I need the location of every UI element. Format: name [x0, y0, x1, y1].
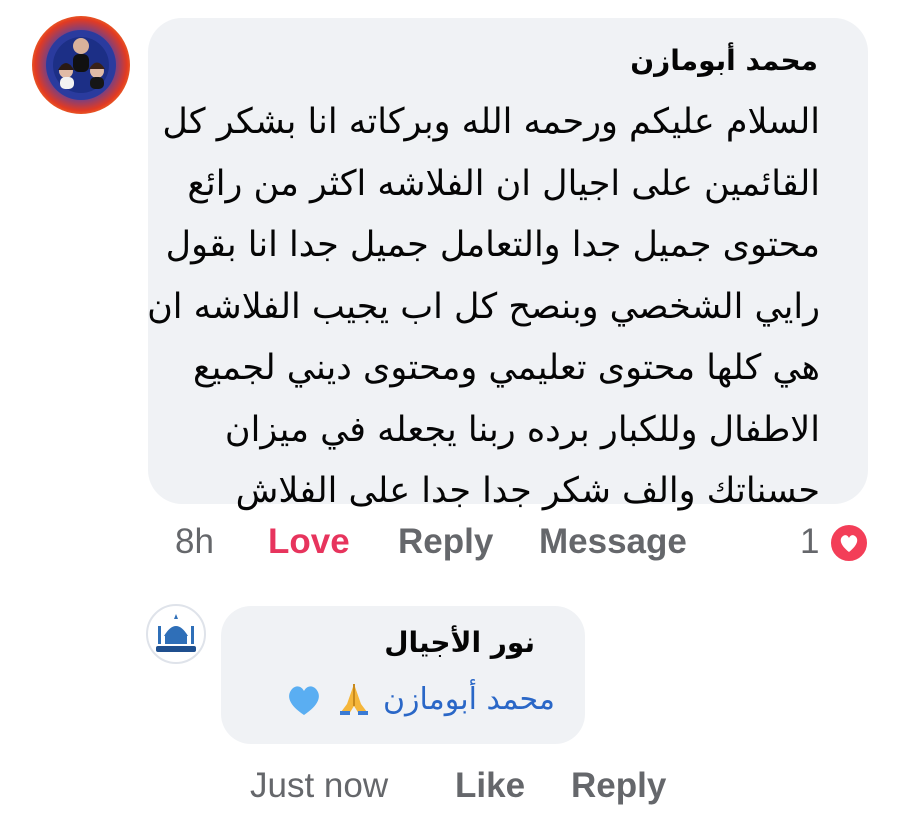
comment-text-line: محتوى جميل جدا والتعامل جميل جدا انا بقو… [165, 225, 820, 265]
folded-hands-icon [340, 684, 369, 715]
comment-text-line: حسناتك والف شكر جدا جدا على الفلاش [235, 471, 820, 511]
comment-text-line: الاطفال وللكبار برده ربنا يجعله في ميزان [224, 409, 820, 450]
blue-heart-icon [289, 686, 319, 715]
comment-text-line: القائمين على اجيال ان الفلاشه اكثر من را… [187, 163, 820, 204]
page-avatar[interactable] [146, 604, 206, 664]
reply-to-reply-button[interactable]: Reply [571, 766, 666, 806]
reply-button[interactable]: Reply [398, 522, 493, 562]
comment-author-name[interactable]: محمد أبومازن [630, 44, 818, 77]
comment-text: السلام عليكم ورحمه الله وبركاته انا بشكر… [147, 92, 820, 523]
profile-photo-icon [46, 30, 116, 100]
reply-author-name[interactable]: نور الأجيال [384, 626, 535, 659]
comment-bubble: محمد أبومازن السلام عليكم ورحمه الله وبر… [147, 18, 868, 511]
like-button[interactable]: Like [455, 766, 525, 806]
comment-actions-bar: 8h Love Reply Message [0, 522, 900, 566]
message-button[interactable]: Message [539, 522, 687, 562]
reply-bubble: نور الأجيال محمد أبومازن [221, 606, 585, 744]
commenter-avatar[interactable] [32, 16, 130, 114]
comment-timestamp[interactable]: 8h [175, 522, 214, 562]
reply-text: محمد أبومازن [283, 678, 555, 720]
mosque-logo-icon [156, 614, 196, 652]
comment-text-line: رايي الشخصي وبنصح كل اب يجيب الفلاشه ان [147, 286, 820, 327]
love-button[interactable]: Love [268, 522, 350, 562]
reply-timestamp[interactable]: Just now [250, 766, 388, 806]
comment-text-line: هي كلها محتوى تعليمي ومحتوى ديني لجميع [192, 348, 820, 388]
mention-link[interactable]: محمد أبومازن [383, 682, 555, 717]
reply-actions-bar: Just now Like Reply [0, 766, 900, 810]
comment-text-line: السلام عليكم ورحمه الله وبركاته انا بشكر… [162, 102, 820, 142]
reaction-count[interactable]: 1 [800, 522, 819, 562]
heart-reaction-icon[interactable] [828, 522, 870, 564]
